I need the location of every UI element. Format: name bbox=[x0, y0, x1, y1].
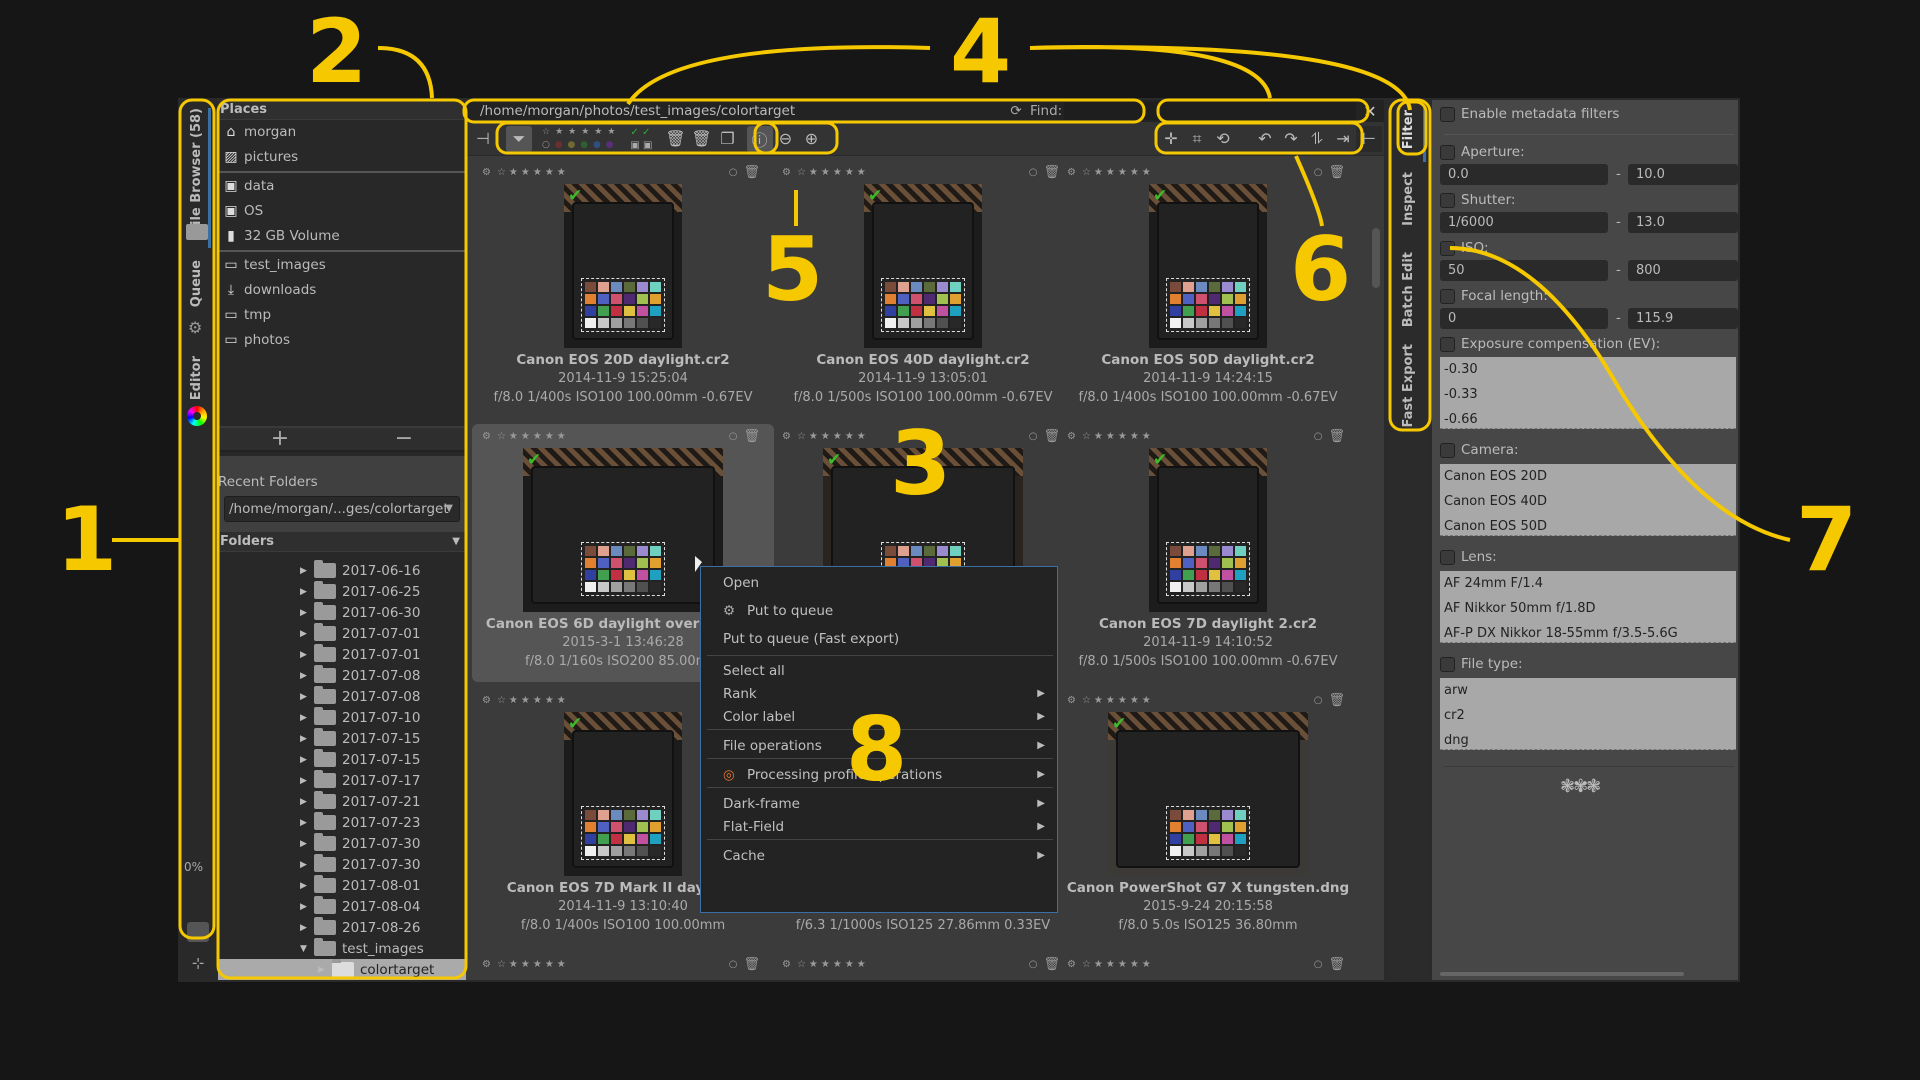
annotation-1: 1 bbox=[56, 488, 118, 591]
annotation-3: 3 bbox=[890, 412, 952, 515]
annotation-4: 4 bbox=[950, 0, 1012, 103]
annotation-line-2 bbox=[377, 46, 434, 99]
annotation-6: 6 bbox=[1290, 218, 1352, 321]
annotation-box-filter-tab bbox=[1396, 100, 1428, 156]
annotation-box-5 bbox=[753, 121, 839, 155]
annotation-8: 8 bbox=[846, 698, 908, 801]
annotation-lines bbox=[112, 45, 1791, 980]
annotation-2: 2 bbox=[306, 0, 368, 103]
annotation-5: 5 bbox=[762, 218, 824, 321]
annotation-box-4a bbox=[495, 121, 779, 155]
annotation-box-2 bbox=[216, 98, 468, 980]
annotation-box-1 bbox=[178, 98, 216, 940]
annotation-box-6 bbox=[1154, 121, 1364, 155]
annotation-box-path bbox=[462, 98, 1146, 124]
annotation-line-7 bbox=[1449, 246, 1791, 542]
annotation-7: 7 bbox=[1796, 488, 1858, 591]
annotation-line-6 bbox=[1294, 155, 1324, 227]
annotation-box-find bbox=[1156, 98, 1370, 124]
